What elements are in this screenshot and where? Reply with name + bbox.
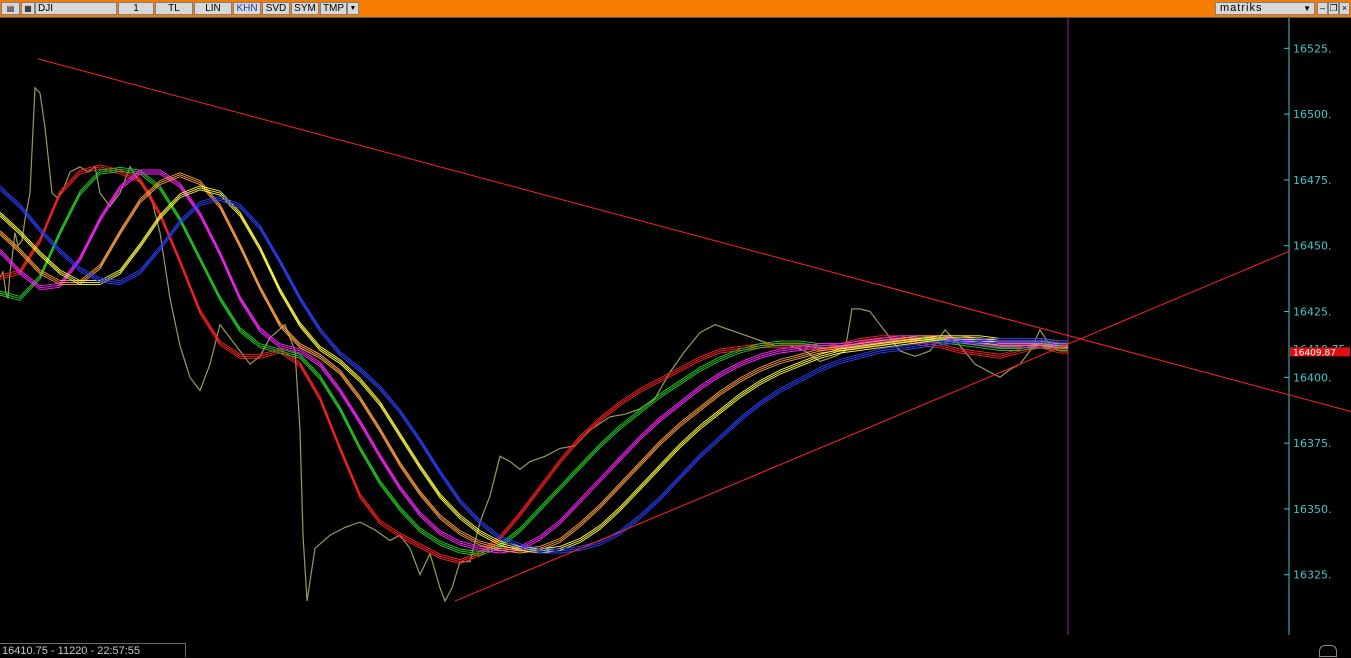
tmp-button[interactable]: TMP (320, 2, 347, 15)
brand-dropdown[interactable]: matriks ▼ (1215, 2, 1315, 15)
y-tick-label: 16450. (1293, 240, 1332, 253)
moving-average-series (0, 172, 1068, 550)
chart-series (0, 86, 1068, 603)
symbol-field[interactable]: ▦ (21, 2, 35, 15)
last-price-marker: 16410.75 16409.87 (1290, 343, 1350, 358)
y-tick-label: 16375. (1293, 437, 1332, 450)
minimize-icon[interactable]: – (1317, 2, 1328, 15)
trendlines (37, 58, 1351, 602)
period-button[interactable]: 1 (118, 2, 154, 15)
moving-average-series (0, 166, 1068, 563)
chevron-down-icon: ▼ (1303, 4, 1312, 13)
y-tick-label: 16350. (1293, 503, 1332, 516)
moving-average-series (0, 169, 1068, 550)
svd-button[interactable]: SVD (262, 2, 290, 15)
y-tick-label: 16400. (1293, 371, 1332, 384)
moving-average-series (0, 168, 1068, 565)
triangle-down-icon[interactable]: ▼ (347, 2, 359, 15)
brand-label: matriks (1220, 2, 1263, 14)
y-tick-label: 16500. (1293, 108, 1332, 121)
chart-toolbar: ▤ ▦ DJI 1 TL LIN KHN SVD SYM TMP ▼ matri… (0, 0, 1351, 18)
resize-grip-icon[interactable] (1319, 645, 1337, 657)
status-bar: 16410.75 - 11220 - 22:57:55 (0, 643, 186, 657)
moving-average-series (0, 164, 1068, 561)
y-axis: 16525. 16500. 16475. 16450. 16425. 16400. 1637… (1284, 42, 1332, 582)
y-tick-label: 16525. (1293, 42, 1332, 55)
khn-button[interactable]: KHN (233, 2, 261, 15)
indicator-label: 16409.87 (1293, 348, 1336, 358)
y-tick-label: 16325. (1293, 569, 1332, 582)
chart-menu-icon[interactable]: ▤ (1, 2, 20, 15)
restore-icon[interactable]: ❐ (1328, 2, 1339, 15)
y-tick-label: 16475. (1293, 174, 1332, 187)
sym-button[interactable]: SYM (291, 2, 319, 15)
trendline[interactable] (454, 250, 1291, 602)
price-chart[interactable]: 16525. 16500. 16475. 16450. 16425. 16400. 1637… (0, 18, 1351, 635)
y-tick-label: 16425. (1293, 306, 1332, 319)
lin-button[interactable]: LIN (194, 2, 232, 15)
tl-button[interactable]: TL (155, 2, 193, 15)
symbol-label[interactable]: DJI (35, 2, 117, 15)
close-icon[interactable]: × (1339, 2, 1350, 15)
